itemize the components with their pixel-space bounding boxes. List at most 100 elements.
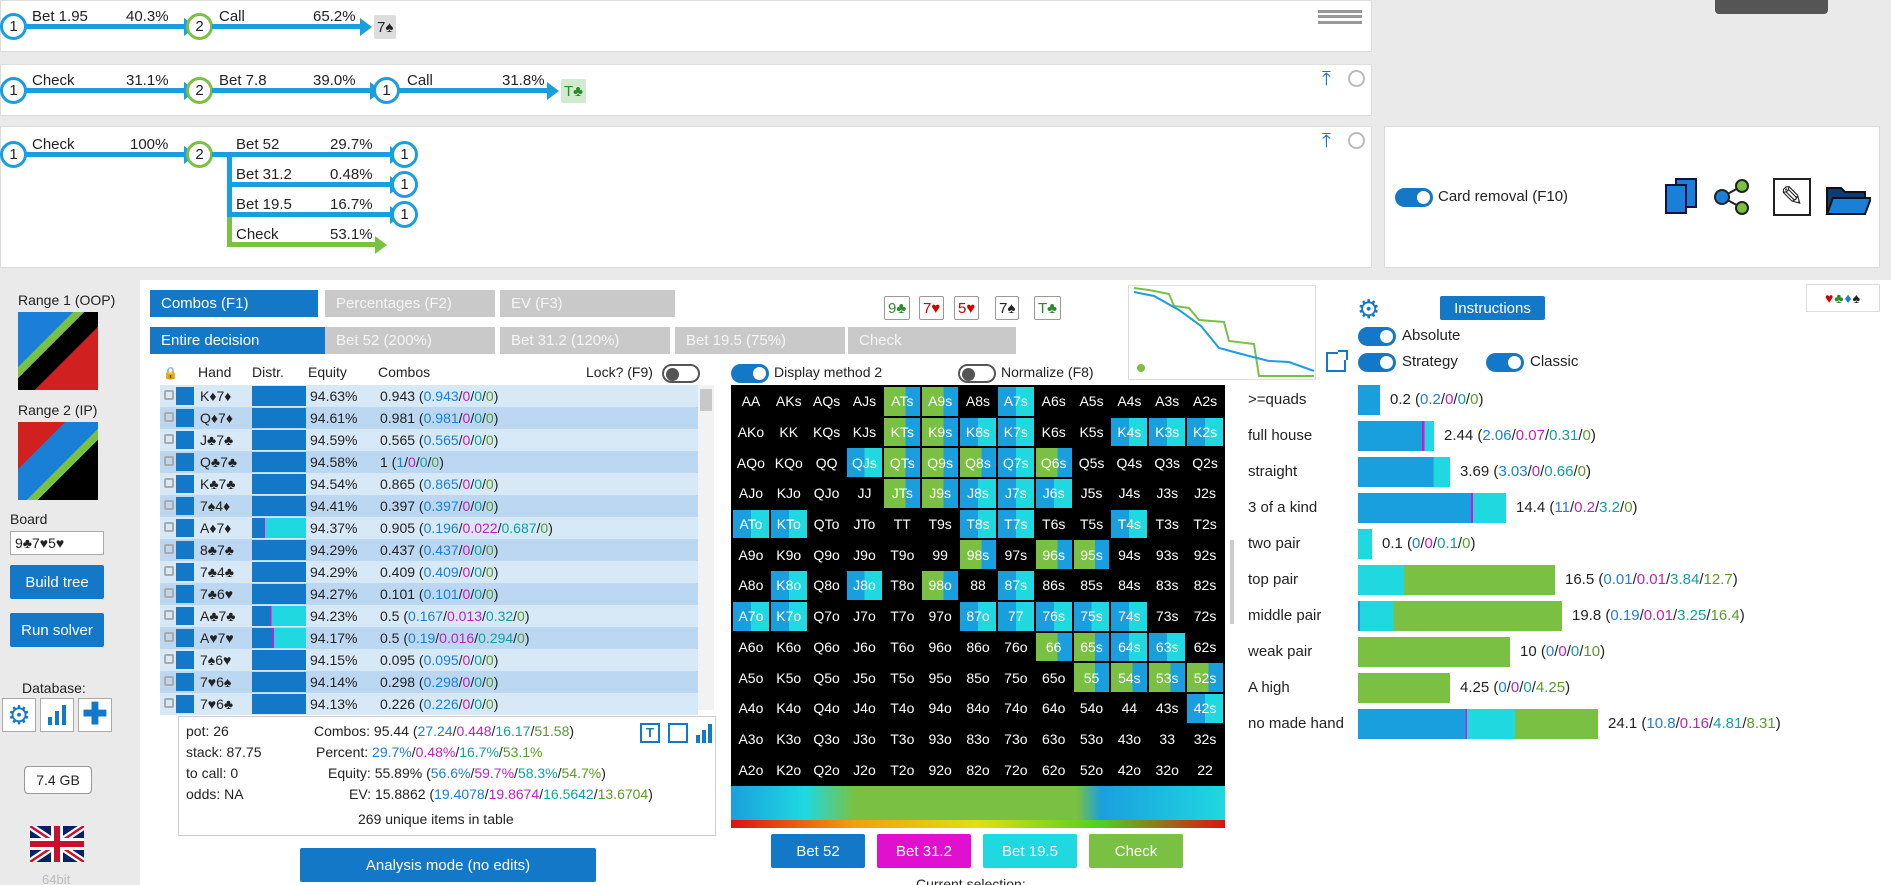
matrix-cell[interactable]: Q6s xyxy=(1035,448,1072,478)
matrix-cell[interactable]: J5s xyxy=(1073,479,1110,508)
matrix-cell[interactable]: T6o xyxy=(884,632,921,662)
run-solver-button[interactable]: Run solver xyxy=(10,613,104,647)
tree-node[interactable]: 2 xyxy=(186,77,213,104)
action-bet-19-button[interactable]: Bet 19.5 xyxy=(983,834,1077,868)
matrix-cell[interactable]: Q8o xyxy=(808,571,845,600)
matrix-cell[interactable]: KTo xyxy=(770,509,807,539)
category-bar[interactable] xyxy=(1358,565,1555,595)
tree-node[interactable]: 2 xyxy=(186,13,213,40)
matrix-cell[interactable]: AQs xyxy=(808,387,845,416)
matrix-cell[interactable]: 65o xyxy=(1035,663,1072,692)
matrix-cell[interactable]: 54o xyxy=(1073,693,1110,723)
matrix-cell[interactable]: QJo xyxy=(808,479,845,508)
matrix-cell[interactable]: A2s xyxy=(1187,387,1223,416)
matrix-cell[interactable]: KQo xyxy=(770,448,807,478)
matrix-cell[interactable]: KTs xyxy=(884,417,921,447)
matrix-cell[interactable]: A3o xyxy=(733,724,769,754)
matrix-cell[interactable]: K8o xyxy=(770,571,807,600)
table-scrollbar[interactable] xyxy=(698,385,714,710)
popout-icon[interactable] xyxy=(1326,350,1348,372)
matrix-cell[interactable]: 73o xyxy=(997,724,1034,754)
action-bet-52-button[interactable]: Bet 52 xyxy=(771,834,865,868)
window-control[interactable] xyxy=(1715,0,1828,14)
build-tree-button[interactable]: Build tree xyxy=(10,565,104,599)
matrix-cell[interactable]: J3o xyxy=(846,724,883,754)
row-lock-icon[interactable] xyxy=(164,654,174,664)
matrix-cell[interactable]: 86o xyxy=(960,632,996,662)
table-row[interactable]: 7♥6♣ 94.13% 0.226 (0.226/0/0/0) xyxy=(160,693,698,715)
matrix-cell[interactable]: 96s xyxy=(1035,540,1072,570)
matrix-cell[interactable]: T9o xyxy=(884,540,921,570)
matrix-cell[interactable]: T4s xyxy=(1111,509,1148,539)
matrix-cell[interactable]: T4o xyxy=(884,693,921,723)
category-bar[interactable] xyxy=(1358,637,1510,667)
matrix-cell[interactable]: Q2s xyxy=(1187,448,1223,478)
category-bar[interactable] xyxy=(1358,421,1434,451)
chart-icon[interactable] xyxy=(40,698,74,732)
radio-icon[interactable] xyxy=(1348,132,1365,149)
matrix-cell[interactable]: J4s xyxy=(1111,479,1148,508)
row-lock-icon[interactable] xyxy=(164,390,174,400)
matrix-cell[interactable]: JTs xyxy=(884,479,921,508)
category-bar[interactable] xyxy=(1358,457,1450,487)
matrix-cell[interactable]: T3o xyxy=(884,724,921,754)
matrix-cell[interactable]: A6o xyxy=(733,632,769,662)
matrix-cell[interactable]: Q9o xyxy=(808,540,845,570)
matrix-cell[interactable]: 82o xyxy=(960,755,996,784)
row-lock-icon[interactable] xyxy=(164,478,174,488)
matrix-cell[interactable]: 87s xyxy=(997,571,1034,600)
table-row[interactable]: A♦7♦ 94.37% 0.905 (0.196/0.022/0.687/0) xyxy=(160,517,698,539)
equity-graph[interactable] xyxy=(1128,285,1316,380)
matrix-cell[interactable]: A5o xyxy=(733,663,769,692)
matrix-cell[interactable]: ATs xyxy=(884,387,921,416)
matrix-cell[interactable]: T8o xyxy=(884,571,921,600)
splitter[interactable] xyxy=(1230,540,1234,624)
category-bar[interactable] xyxy=(1358,673,1450,703)
text-icon[interactable]: T xyxy=(640,723,660,743)
tree-node[interactable]: 1 xyxy=(0,141,27,168)
matrix-cell[interactable]: 76o xyxy=(997,632,1034,662)
strategy-toggle[interactable] xyxy=(1358,353,1396,372)
matrix-cell[interactable]: A3s xyxy=(1149,387,1186,416)
edit-icon[interactable]: ✎ xyxy=(1773,178,1811,216)
matrix-cell[interactable]: T5s xyxy=(1073,509,1110,539)
matrix-cell[interactable]: 76s xyxy=(1035,601,1072,631)
matrix-cell[interactable]: J8o xyxy=(846,571,883,600)
table-row[interactable]: A♥7♥ 94.17% 0.5 (0.19/0.016/0.294/0) xyxy=(160,627,698,649)
tab-bet-19[interactable]: Bet 19.5 (75%) xyxy=(675,327,845,354)
matrix-cell[interactable]: T8s xyxy=(960,509,996,539)
matrix-cell[interactable]: K6s xyxy=(1035,417,1072,447)
matrix-cell[interactable]: 43o xyxy=(1111,724,1148,754)
matrix-cell[interactable]: 95o xyxy=(922,663,959,692)
tab-bet-52[interactable]: Bet 52 (200%) xyxy=(325,327,495,354)
matrix-cell[interactable]: 97o xyxy=(922,601,959,631)
matrix-cell[interactable]: K7o xyxy=(770,601,807,631)
matrix-cell[interactable]: K2o xyxy=(770,755,807,784)
matrix-cell[interactable]: 93s xyxy=(1149,540,1186,570)
category-bar[interactable] xyxy=(1358,529,1372,559)
matrix-cell[interactable]: T5o xyxy=(884,663,921,692)
matrix-cell[interactable]: 72s xyxy=(1187,601,1223,631)
table-row[interactable]: 8♣7♣ 94.29% 0.437 (0.437/0/0/0) xyxy=(160,539,698,561)
settings-icon[interactable]: ⚙ xyxy=(1357,294,1380,325)
export-icon[interactable] xyxy=(668,723,688,743)
table-row[interactable]: A♣7♣ 94.23% 0.5 (0.167/0.013/0.32/0) xyxy=(160,605,698,627)
matrix-cell[interactable]: A6s xyxy=(1035,387,1072,416)
matrix-cell[interactable]: QQ xyxy=(808,448,845,478)
table-row[interactable]: 7♠6♥ 94.15% 0.095 (0.095/0/0/0) xyxy=(160,649,698,671)
matrix-cell[interactable]: Q4o xyxy=(808,693,845,723)
matrix-cell[interactable]: 55 xyxy=(1073,663,1110,692)
matrix-cell[interactable]: 85o xyxy=(960,663,996,692)
matrix-cell[interactable]: 44 xyxy=(1111,693,1148,723)
matrix-cell[interactable]: J5o xyxy=(846,663,883,692)
matrix-cell[interactable]: K8s xyxy=(960,417,996,447)
matrix-cell[interactable]: A7o xyxy=(733,601,769,631)
tab-entire-decision[interactable]: Entire decision xyxy=(150,327,325,354)
radio-icon[interactable] xyxy=(1348,70,1365,87)
board-input[interactable]: 9♣7♥5♥ xyxy=(10,531,104,555)
matrix-cell[interactable]: 53o xyxy=(1073,724,1110,754)
tab-bet-31[interactable]: Bet 31.2 (120%) xyxy=(500,327,670,354)
tree-node[interactable]: 1 xyxy=(391,141,418,168)
matrix-cell[interactable]: 77 xyxy=(997,601,1034,631)
matrix-cell[interactable]: 94o xyxy=(922,693,959,723)
